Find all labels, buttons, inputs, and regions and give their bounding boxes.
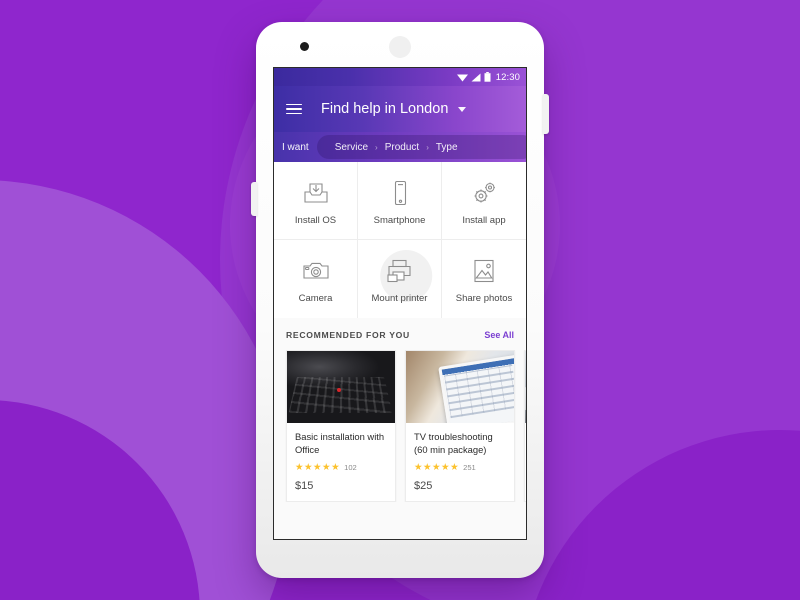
phone-screen: 12:30 Find help in London I want Service… <box>273 67 527 540</box>
smartphone-icon <box>386 176 414 210</box>
card-body: B w ★ $ <box>525 423 526 501</box>
grid-item-label: Mount printer <box>371 293 428 304</box>
card-title: Basic installation with Office <box>295 431 385 455</box>
page-title: Find help in London <box>321 101 449 117</box>
wifi-icon <box>456 73 468 82</box>
card-image <box>287 351 395 423</box>
rating-count: 102 <box>344 463 357 472</box>
power-button[interactable] <box>543 94 549 134</box>
card-body: TV troubleshooting (60 min package) ★★★★… <box>406 423 514 501</box>
printer-icon <box>385 254 415 288</box>
grid-item-install-os[interactable]: Install OS <box>274 162 358 240</box>
volume-button[interactable] <box>251 182 257 216</box>
front-camera-icon <box>300 42 309 51</box>
phone-device-frame: 12:30 Find help in London I want Service… <box>251 22 549 578</box>
chevron-down-icon[interactable] <box>458 106 467 112</box>
grid-item-install-app[interactable]: Install app <box>442 162 526 240</box>
app-bar: Find help in London <box>274 86 526 132</box>
grid-item-label: Install app <box>462 214 506 226</box>
card-image <box>406 351 514 423</box>
section-title: RECOMMENDED FOR YOU <box>286 330 410 340</box>
breadcrumb-separator: › <box>426 142 429 152</box>
grid-item-label: Share photos <box>455 293 513 304</box>
service-category-grid: Install OS Smartphone Install app Camera… <box>274 162 526 318</box>
earpiece-speaker <box>389 36 411 58</box>
grid-item-label: Smartphone <box>373 214 426 226</box>
card-image <box>525 351 526 423</box>
card-price: $25 <box>414 480 433 492</box>
breadcrumb-item-service[interactable]: Service <box>335 142 368 153</box>
recommended-section: RECOMMENDED FOR YOU See All Basic instal… <box>274 318 526 539</box>
grid-item-share-photos[interactable]: Share photos <box>442 240 526 318</box>
breadcrumb-item-type[interactable]: Type <box>436 142 458 153</box>
card-rating: ★★★★★ 251 <box>414 462 506 473</box>
install-os-icon <box>302 176 330 210</box>
screenshot-stage: 12:30 Find help in London I want Service… <box>0 0 800 600</box>
background-circle-bottom-left <box>0 400 200 600</box>
install-app-icon <box>469 176 499 210</box>
hamburger-menu-icon[interactable] <box>286 103 302 115</box>
background-circle-bottom-right <box>520 430 800 600</box>
card-body: Basic installation with Office ★★★★★ 102… <box>287 423 395 501</box>
grid-item-mount-printer[interactable]: Mount printer <box>358 240 442 318</box>
grid-item-label: Camera <box>298 293 333 304</box>
card-rating: ★★★★★ 102 <box>295 462 387 473</box>
breadcrumb-bar: I want Service › Product › Type <box>274 132 526 162</box>
share-photos-icon <box>470 254 498 288</box>
grid-item-smartphone[interactable]: Smartphone <box>358 162 442 240</box>
grid-item-label: Install OS <box>294 214 337 226</box>
signal-icon <box>471 73 481 82</box>
breadcrumb-prefix-label: I want <box>282 141 309 153</box>
status-bar-time: 12:30 <box>495 71 520 83</box>
breadcrumb-pill[interactable]: Service › Product › Type <box>316 135 526 159</box>
service-card[interactable]: B w ★ $ <box>524 350 526 502</box>
breadcrumb-separator: › <box>375 142 378 152</box>
service-card[interactable]: TV troubleshooting (60 min package) ★★★★… <box>405 350 515 502</box>
star-rating-icon: ★★★★★ <box>414 462 460 473</box>
rating-count: 251 <box>463 463 476 472</box>
recommended-card-carousel[interactable]: Basic installation with Office ★★★★★ 102… <box>274 350 526 502</box>
battery-icon <box>484 72 491 82</box>
grid-item-camera[interactable]: Camera <box>274 240 358 318</box>
service-card[interactable]: Basic installation with Office ★★★★★ 102… <box>286 350 396 502</box>
card-price: $15 <box>295 480 314 492</box>
recommended-header: RECOMMENDED FOR YOU See All <box>274 330 526 350</box>
breadcrumb-item-product[interactable]: Product <box>385 142 419 153</box>
background-circle-mid-left <box>0 180 290 600</box>
card-title: TV troubleshooting (60 min package) <box>414 431 493 455</box>
star-rating-icon: ★★★★★ <box>295 462 341 473</box>
camera-icon <box>301 254 331 288</box>
status-bar: 12:30 <box>274 68 526 86</box>
see-all-link[interactable]: See All <box>484 330 514 340</box>
